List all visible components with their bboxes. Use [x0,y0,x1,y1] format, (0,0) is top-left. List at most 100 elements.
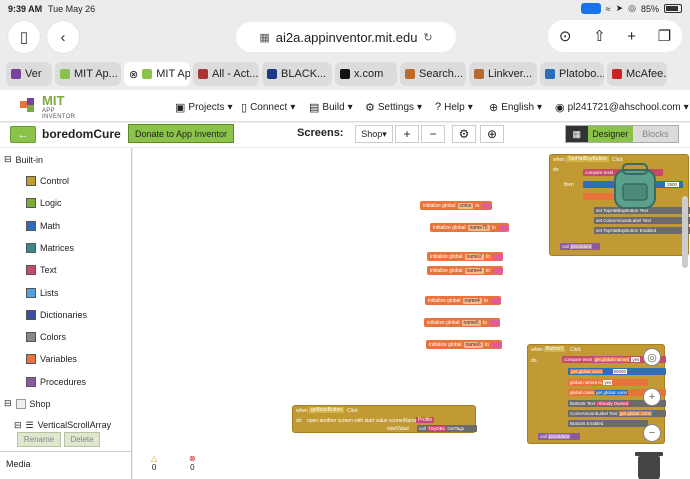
download-icon[interactable]: ⊙ [559,27,572,45]
shop-tree-node[interactable]: ⊟ Shop [4,398,51,409]
value-slot[interactable] [490,319,500,326]
designer-button[interactable]: Designer [587,126,633,142]
browser-tab[interactable]: Ver [6,62,52,86]
errors-indicator[interactable]: ⊗ 0 [189,454,196,472]
global-variable-block[interactable]: initialize global name4 to [425,296,501,305]
set-enabled-block[interactable]: set TopHatBuyButton Enabled [594,227,690,234]
palette-item-dictionaries[interactable]: Dictionaries [26,309,87,320]
back-button[interactable]: ‹ [47,21,79,53]
sidebar-toggle-button[interactable]: ▯ [8,21,40,53]
project-properties-button[interactable]: ⚙ [452,125,476,143]
value-slot[interactable] [492,341,502,348]
grid-view-button[interactable]: ▦ [566,126,588,142]
variable-name[interactable]: name4 [462,297,482,304]
variable-name[interactable]: name4 [464,267,484,274]
back-to-projects-button[interactable]: ← [10,126,36,143]
collapse-icon[interactable]: ⊟ [4,398,12,409]
new-tab-icon[interactable]: + [627,28,636,45]
trash-icon[interactable] [635,452,663,479]
app-inventor-logo[interactable]: MIT APP INVENTOR [18,93,88,120]
backpack-icon[interactable] [609,160,661,212]
zoom-out-button[interactable]: − [643,424,661,442]
set-button5-enabled-block[interactable]: Button5 Enabled [568,420,648,427]
blocks-workspace[interactable]: when TopHatBuyButton Click do compare te… [133,148,690,479]
zoom-reset-button[interactable]: ◎ [643,348,661,366]
event-block-goback[interactable]: when goBackButton Click do open another … [292,405,477,433]
screen-select[interactable]: Shop ▾ [355,125,393,143]
donate-button[interactable]: Donate to App Inventor [128,124,234,143]
palette-item-math[interactable]: Math [26,220,60,231]
set-coins-label-block[interactable]: CoinsAmountLabel Text get global coins [568,410,666,417]
browser-tab[interactable]: BLACK... [262,62,332,86]
menu-build[interactable]: ▤ Build ▾ [309,101,353,114]
palette-item-control[interactable]: Control [26,176,69,186]
global-variable-block[interactable]: initialize global coins to [420,201,493,210]
collapse-icon[interactable]: ⊟ [14,420,22,430]
palette-item-colors[interactable]: Colors [26,332,66,343]
tab-label: MIT Ap... [156,68,190,80]
delete-button[interactable]: Delete [64,432,100,447]
collapse-icon[interactable]: ⊟ [4,154,12,165]
call-procedure-block[interactable]: call procedure [560,243,600,250]
math-compare-block[interactable]: get global coins 50000 [568,368,666,375]
preview-button[interactable]: ⊕ [480,125,504,143]
menu-language[interactable]: ⊕ English ▾ [489,101,542,114]
palette-item-text[interactable]: Text [26,265,57,276]
tab-overview-icon[interactable]: ❐ [658,27,671,45]
value-slot[interactable] [498,224,509,231]
browser-tab[interactable]: x.com [335,62,397,86]
browser-tab[interactable]: MIT Ap... [55,62,121,86]
menu-account[interactable]: ◉ pl241721@ahschool.com ▾ [555,101,689,114]
target-icon: ◎ [647,351,657,364]
browser-tab[interactable]: Search... [400,62,466,86]
global-variable-block[interactable]: initialize global name6 to [426,340,502,349]
variable-name[interactable]: name2 [464,253,484,260]
vsa-tree-node[interactable]: ⊟ ☰ VerticalScrollArray [14,420,130,430]
browser-tab[interactable]: Linkver... [469,62,537,86]
add-screen-button[interactable]: + [395,125,419,143]
set-coins-label-block[interactable]: set CoinsAmountLabel Text [594,217,690,224]
reload-icon[interactable]: ↻ [423,31,432,44]
global-variable-block[interactable]: initialize global name75 to [430,223,509,232]
builtin-tree-node[interactable]: ⊟ Built-in [4,154,43,165]
variable-name[interactable]: name75 [467,224,490,231]
menu-settings[interactable]: ⚙ Settings ▾ [365,101,422,114]
remove-screen-button[interactable]: − [421,125,445,143]
call-procedure-block[interactable]: call procedure [538,433,580,440]
palette-item-procedures[interactable]: Procedures [26,376,86,387]
browser-tab[interactable]: McAfee... [607,62,667,86]
value-slot[interactable] [482,202,493,209]
share-icon[interactable]: ⇧ [593,27,606,45]
variable-name[interactable]: coins [457,202,474,209]
set-global-name5-block[interactable]: global name5 to yes [568,379,648,386]
palette-item-lists[interactable]: Lists [26,287,59,298]
palette-item-logic[interactable]: Logic [26,198,62,209]
menu-help[interactable]: ? Help ▾ [435,101,473,113]
value-slot[interactable] [493,253,503,260]
variable-name[interactable]: name5 [461,319,481,326]
close-tab-icon[interactable]: ⊗ [129,68,138,81]
grid-icon: ▦ [572,128,582,139]
address-bar[interactable]: ▦ ai2a.appinventor.mit.edu ↻ [236,22,456,52]
tinydb-gettags-block[interactable]: call TinyDB1 GetTags [417,425,477,432]
rename-button[interactable]: Rename [17,432,61,447]
global-variable-block[interactable]: initialize global name2 to [427,252,503,261]
palette-item-matrices[interactable]: Matrices [26,242,74,253]
value-slot[interactable] [491,297,501,304]
menu-connect[interactable]: ▯ Connect ▾ [241,101,295,114]
browser-tab[interactable]: All - Act... [193,62,259,86]
global-variable-block[interactable]: initialize global name4 to [427,266,503,275]
value-slot[interactable] [493,267,503,274]
variable-name[interactable]: name6 [463,341,483,348]
menu-projects[interactable]: ▣ Projects ▾ [175,101,233,114]
zoom-in-button[interactable]: + [643,388,661,406]
browser-tab[interactable]: ⊗ MIT Ap... [124,62,190,86]
global-variable-block[interactable]: initialize global name5 to [424,318,500,327]
category-color-icon [26,309,36,320]
vertical-scrollbar[interactable] [682,196,688,268]
blocks-button[interactable]: Blocks [632,126,678,142]
warnings-indicator[interactable]: △ 0 [151,454,157,472]
palette-item-variables[interactable]: Variables [26,354,77,365]
browser-tab[interactable]: Platobo... [540,62,604,86]
minus-icon: − [648,427,656,439]
